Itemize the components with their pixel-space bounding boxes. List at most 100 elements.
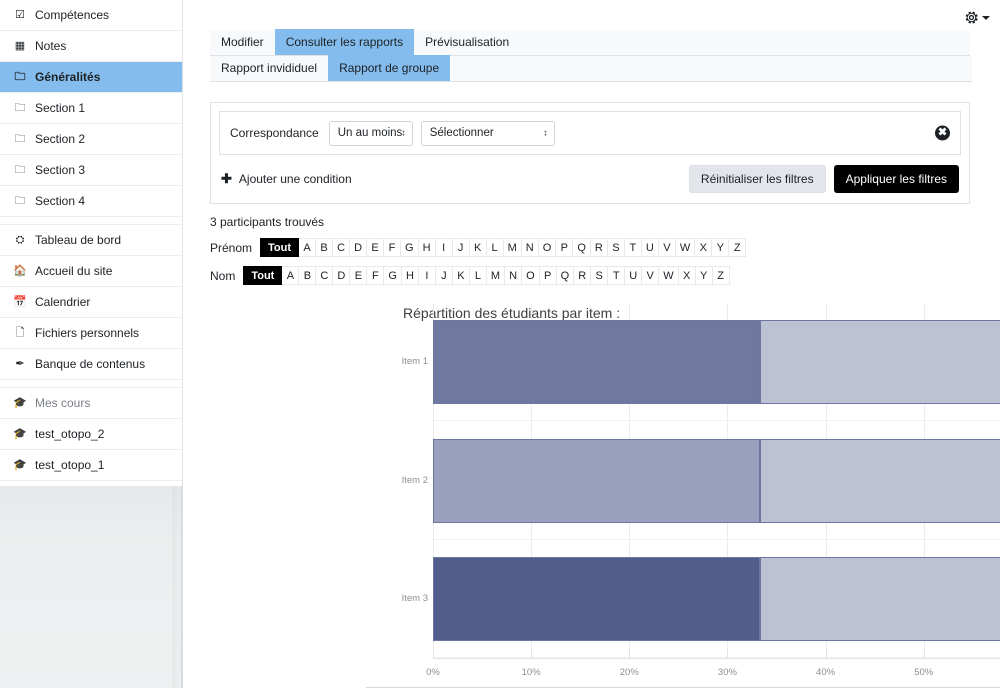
lastname-letter-N[interactable]: N <box>505 266 522 285</box>
lastname-letter-S[interactable]: S <box>591 266 608 285</box>
lastname-letter-C[interactable]: C <box>316 266 333 285</box>
lastname-letter-F[interactable]: F <box>367 266 384 285</box>
select-arrows-icon: ↕ <box>401 129 406 138</box>
lastname-letter-L[interactable]: L <box>470 266 487 285</box>
chart-bar-segment[interactable] <box>433 557 760 641</box>
lastname-letter-V[interactable]: V <box>642 266 659 285</box>
filter-field-select[interactable]: Sélectionner ↕ <box>421 121 555 146</box>
sidebar-item-test-otopo-2[interactable]: 🎓test_otopo_2 <box>0 419 182 450</box>
lastname-letter-M[interactable]: M <box>487 266 505 285</box>
folder-icon: 🗀 <box>12 72 28 83</box>
tab-modifier[interactable]: Modifier <box>210 29 275 55</box>
lastname-letter-Y[interactable]: Y <box>696 266 713 285</box>
sidebar-item-g-n-ralit-s[interactable]: 🗀Généralités <box>0 62 182 93</box>
sidebar-item-test-otopo-1[interactable]: 🎓test_otopo_1 <box>0 450 182 481</box>
sidebar-item-section-2[interactable]: 🗀Section 2 <box>0 124 182 155</box>
tab-rapport-invididuel[interactable]: Rapport invididuel <box>210 55 328 81</box>
lastname-letter-U[interactable]: U <box>625 266 642 285</box>
chart-bar-segment[interactable] <box>760 557 1000 641</box>
lastname-letter-J[interactable]: J <box>436 266 453 285</box>
firstname-letter-V[interactable]: V <box>659 238 676 257</box>
sidebar-item-section-3[interactable]: 🗀Section 3 <box>0 155 182 186</box>
tab-consulter-les-rapports[interactable]: Consulter les rapports <box>275 29 414 55</box>
sidebar-item-section-1[interactable]: 🗀Section 1 <box>0 93 182 124</box>
firstname-letter-M[interactable]: M <box>504 238 522 257</box>
match-type-select[interactable]: Un au moins ↕ <box>329 121 413 146</box>
chart-x-tick <box>826 650 827 658</box>
lastname-letter-P[interactable]: P <box>540 266 557 285</box>
firstname-letter-J[interactable]: J <box>453 238 470 257</box>
settings-menu-button[interactable] <box>964 10 990 25</box>
sidebar-drawer-overlay[interactable] <box>0 486 182 688</box>
chart-bar[interactable] <box>433 557 1000 641</box>
lastname-letter-K[interactable]: K <box>453 266 470 285</box>
reset-filters-button[interactable]: Réinitialiser les filtres <box>689 165 826 193</box>
sidebar-item-banque-de-contenus[interactable]: ✒Banque de contenus <box>0 349 182 380</box>
firstname-letter-D[interactable]: D <box>350 238 367 257</box>
firstname-letter-P[interactable]: P <box>556 238 573 257</box>
lastname-letter-H[interactable]: H <box>402 266 419 285</box>
firstname-letter-L[interactable]: L <box>487 238 504 257</box>
lastname-letter-A[interactable]: A <box>282 266 299 285</box>
chart-bar[interactable] <box>433 439 1000 523</box>
lastname-letter-X[interactable]: X <box>679 266 696 285</box>
lastname-letter-R[interactable]: R <box>574 266 591 285</box>
tab-rapport-de-groupe[interactable]: Rapport de groupe <box>328 55 450 81</box>
firstname-letter-Z[interactable]: Z <box>729 238 746 257</box>
sidebar-item-accueil-du-site[interactable]: 🏠Accueil du site <box>0 256 182 287</box>
chart-bar[interactable] <box>433 320 1000 404</box>
lastname-letter-W[interactable]: W <box>659 266 678 285</box>
add-condition-button[interactable]: ✚ Ajouter une condition <box>221 171 352 187</box>
chart-bar-segment[interactable] <box>433 439 760 523</box>
lastname-letter-O[interactable]: O <box>522 266 540 285</box>
firstname-letter-R[interactable]: R <box>591 238 608 257</box>
sidebar-item-label: Section 2 <box>35 132 85 146</box>
firstname-letter-U[interactable]: U <box>642 238 659 257</box>
lastname-letter-Q[interactable]: Q <box>557 266 575 285</box>
tab-pr-visualisation[interactable]: Prévisualisation <box>414 29 520 55</box>
lastname-letter-G[interactable]: G <box>384 266 402 285</box>
calendar-icon: 📅 <box>12 297 28 308</box>
lastname-letter-E[interactable]: E <box>350 266 367 285</box>
sidebar-item-tableau-de-bord[interactable]: ⛭Tableau de bord <box>0 225 182 256</box>
firstname-letter-S[interactable]: S <box>608 238 625 257</box>
sidebar-item-mes-cours[interactable]: 🎓Mes cours <box>0 388 182 419</box>
firstname-letter-H[interactable]: H <box>419 238 436 257</box>
apply-filters-button[interactable]: Appliquer les filtres <box>834 165 959 193</box>
firstname-letter-N[interactable]: N <box>522 238 539 257</box>
firstname-letter-T[interactable]: T <box>625 238 642 257</box>
firstname-letter-A[interactable]: A <box>299 238 316 257</box>
firstname-letter-B[interactable]: B <box>316 238 333 257</box>
sidebar-item-notes[interactable]: ▦Notes <box>0 31 182 62</box>
firstname-letter-O[interactable]: O <box>539 238 557 257</box>
firstname-letter-X[interactable]: X <box>695 238 712 257</box>
firstname-letter-W[interactable]: W <box>676 238 695 257</box>
sidebar-item-comp-tences[interactable]: ☑Compétences <box>0 0 182 31</box>
firstname-letter-G[interactable]: G <box>401 238 419 257</box>
sidebar-item-calendrier[interactable]: 📅Calendrier <box>0 287 182 318</box>
chart-bar-segment[interactable] <box>760 439 1000 523</box>
lastname-letter-B[interactable]: B <box>299 266 316 285</box>
chart-bar-segment[interactable] <box>760 320 1000 404</box>
chart-bar-segment[interactable] <box>433 320 760 404</box>
sidebar-item-fichiers-personnels[interactable]: 🗋Fichiers personnels <box>0 318 182 349</box>
firstname-letter-I[interactable]: I <box>436 238 453 257</box>
lastname-letter-I[interactable]: I <box>419 266 436 285</box>
lastname-letter-T[interactable]: T <box>608 266 625 285</box>
firstname-letter-Y[interactable]: Y <box>712 238 729 257</box>
firstname-letter-all[interactable]: Tout <box>260 238 299 257</box>
firstname-letter-E[interactable]: E <box>367 238 384 257</box>
firstname-letter-F[interactable]: F <box>384 238 401 257</box>
secondary-tab-bar: Rapport invididuelRapport de groupe <box>210 56 972 82</box>
remove-condition-button[interactable]: ✖ <box>935 126 950 141</box>
lastname-letter-all[interactable]: Tout <box>243 266 282 285</box>
lastname-letter-D[interactable]: D <box>333 266 350 285</box>
firstname-letter-K[interactable]: K <box>470 238 487 257</box>
sidebar-item-section-4[interactable]: 🗀Section 4 <box>0 186 182 217</box>
filter-field-value: Sélectionner <box>430 127 494 139</box>
firstname-letter-Q[interactable]: Q <box>573 238 591 257</box>
graduation-cap-icon: 🎓 <box>12 429 28 440</box>
firstname-letter-C[interactable]: C <box>333 238 350 257</box>
lastname-letter-Z[interactable]: Z <box>713 266 730 285</box>
sidebar-item-label: Mes cours <box>35 396 90 410</box>
